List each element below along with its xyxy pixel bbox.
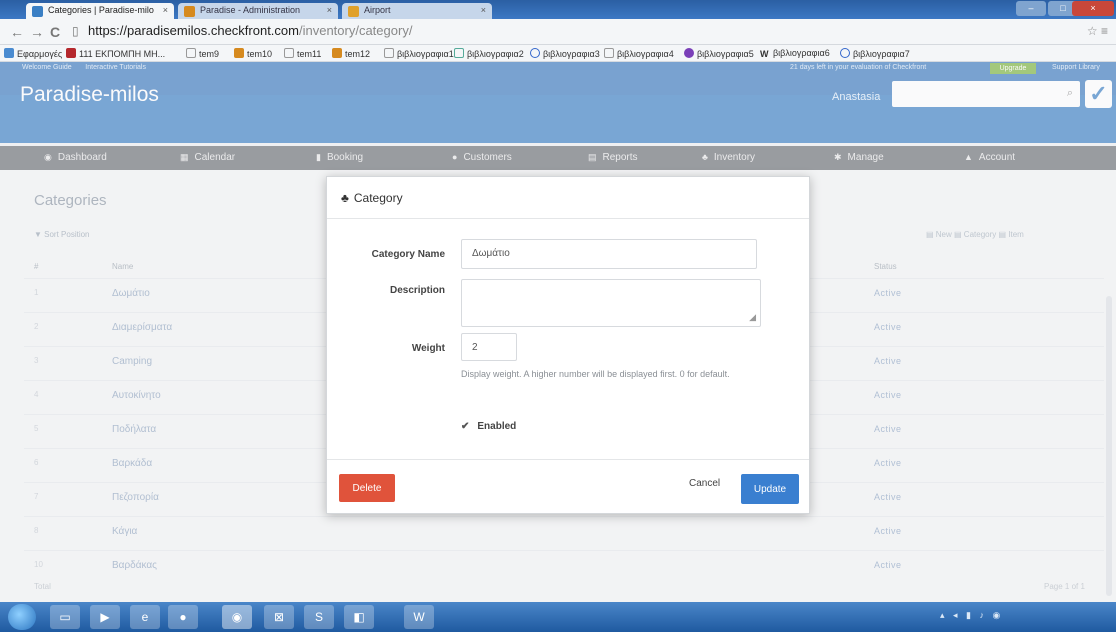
bookmark-label: tem11 (297, 49, 322, 59)
skype-icon[interactable]: S (304, 605, 334, 629)
check-icon: ✔ (461, 421, 470, 432)
back-arrow-icon[interactable]: ← (10, 24, 24, 40)
dialog-title: ♣ Category (341, 191, 403, 205)
bookmark-star-icon[interactable]: ☆ ≡ (1087, 24, 1108, 38)
category-name-value: Δωμάτιο (472, 248, 510, 259)
bookmark-bibliografia4[interactable]: βιβλιογραφια4 (604, 48, 674, 59)
bookmarks-bar: Εφαρμογές 111 ΕΚΠΟΜΠΗ ΜΗ... tem9 tem10 t… (0, 45, 1116, 62)
close-tab-icon[interactable]: × (481, 5, 486, 15)
browser-tab-categories[interactable]: Categories | Paradise-milo × (26, 3, 174, 19)
enabled-label: Enabled (477, 421, 517, 432)
bookmark-label: βιβλιογραφια1 (397, 49, 454, 59)
close-tab-icon[interactable]: × (163, 5, 168, 15)
start-button[interactable] (8, 604, 36, 630)
category-name-label: Category Name (371, 249, 445, 260)
bookmark-apps[interactable]: Εφαρμογές (4, 48, 62, 59)
mail-favicon-icon (348, 6, 359, 17)
explorer-icon[interactable]: ▭ (50, 605, 80, 629)
page-icon (186, 48, 196, 58)
bookmark-label: tem10 (247, 49, 273, 59)
circle-icon (840, 48, 850, 58)
word-icon[interactable]: W (404, 605, 434, 629)
tab-title: Paradise - Administration (200, 5, 301, 15)
description-field[interactable]: ◢ (461, 279, 761, 327)
close-tab-icon[interactable]: × (327, 5, 332, 15)
delete-button[interactable]: Delete (339, 474, 395, 502)
browser-tab-airport[interactable]: Airport × (342, 3, 492, 19)
bookmark-tem9[interactable]: tem9 (186, 48, 219, 59)
dialog-header: ♣ Category (327, 177, 809, 219)
joomla-icon (332, 48, 342, 58)
bookmark-bibliografia6[interactable]: Wβιβλιογραφια6 (760, 48, 830, 59)
browser-tab-administration[interactable]: Paradise - Administration × (178, 3, 338, 19)
url-field[interactable]: https://paradisemilos.checkfront.com/inv… (88, 23, 412, 38)
bookmark-bibliografia7[interactable]: βιβλιογραφια7 (840, 48, 910, 59)
browser-tab-strip: Categories | Paradise-milo × Paradise - … (0, 0, 1116, 19)
weight-help-text: Display weight. A higher number will be … (461, 369, 730, 379)
bookmark-bibliografia1[interactable]: βιβλιογραφια1 (384, 48, 454, 59)
page-icon: ▯ (72, 24, 79, 38)
wikipedia-icon: W (760, 49, 769, 59)
description-label: Description (389, 285, 445, 296)
category-dialog: ♣ Category Category Name Δωμάτιο Descript… (326, 176, 810, 514)
page-icon (604, 48, 614, 58)
joomla-favicon-icon (184, 6, 195, 17)
update-button[interactable]: Update (741, 474, 799, 504)
bookmark-tem11[interactable]: tem11 (284, 48, 321, 59)
media-player-icon[interactable]: ▶ (90, 605, 120, 629)
weight-label: Weight (411, 343, 445, 354)
internet-explorer-icon[interactable]: e (130, 605, 160, 629)
chrome-icon[interactable]: ◉ (222, 605, 252, 629)
bookmark-tem12[interactable]: tem12 (332, 48, 370, 59)
page-icon (284, 48, 294, 58)
category-name-field[interactable]: Δωμάτιο (461, 239, 757, 269)
search-icon (454, 48, 464, 58)
bookmark-label: 111 ΕΚΠΟΜΠΗ ΜΗ... (79, 49, 166, 59)
tab-title: Categories | Paradise-milo (48, 5, 154, 15)
address-bar: ← → C ▯ https://paradisemilos.checkfront… (0, 19, 1116, 45)
enabled-checkbox[interactable]: ✔ Enabled (461, 421, 516, 432)
bookmark-bibliografia3[interactable]: βιβλιογραφια3 (530, 48, 600, 59)
bookmark-ekpompi[interactable]: 111 ΕΚΠΟΜΠΗ ΜΗ... (66, 48, 165, 59)
globe-icon (684, 48, 694, 58)
url-path: /inventory/category/ (298, 23, 413, 38)
weight-value: 2 (472, 342, 478, 353)
category-tree-icon: ♣ (341, 191, 349, 205)
dialog-title-text: Category (353, 191, 403, 205)
minimize-window-button[interactable]: – (1016, 1, 1046, 16)
apps-icon (4, 48, 14, 58)
bookmark-label: βιβλιογραφια4 (617, 49, 674, 59)
close-window-button[interactable]: × (1072, 1, 1114, 16)
resize-handle-icon[interactable]: ◢ (749, 312, 756, 323)
bookmark-bibliografia5[interactable]: βιβλιογραφια5 (684, 48, 754, 59)
bookmark-label: βιβλιογραφια2 (467, 49, 524, 59)
forward-arrow-icon[interactable]: → (30, 24, 44, 40)
joomla-icon (234, 48, 244, 58)
bookmark-label: βιβλιογραφια3 (543, 49, 600, 59)
windows-taskbar: ▭ ▶ e ● ◉ ⊠ S ◧ W ▴ ◂ ▮ ♪ ◉ (0, 602, 1116, 632)
bookmark-label: βιβλιογραφια6 (773, 48, 830, 58)
cancel-button[interactable]: Cancel (689, 478, 720, 489)
system-tray[interactable]: ▴ ◂ ▮ ♪ ◉ (940, 610, 1003, 621)
bookmark-tem10[interactable]: tem10 (234, 48, 272, 59)
bookmark-label: βιβλιογραφια7 (853, 49, 910, 59)
xampp-icon[interactable]: ⊠ (264, 605, 294, 629)
bookmark-label: βιβλιογραφια5 (697, 49, 754, 59)
tab-title: Airport (364, 5, 391, 15)
reload-icon[interactable]: C (50, 24, 60, 40)
bookmark-bibliografia2[interactable]: βιβλιογραφια2 (454, 48, 524, 59)
url-host: https://paradisemilos.checkfront.com (88, 23, 299, 38)
dreamweaver-icon[interactable]: ◧ (344, 605, 374, 629)
bookmark-label: tem12 (345, 49, 371, 59)
dialog-footer: Delete Cancel Update (327, 459, 809, 514)
weight-field[interactable]: 2 (461, 333, 517, 361)
checkfront-favicon-icon (32, 6, 43, 17)
page-icon (384, 48, 394, 58)
firefox-icon[interactable]: ● (168, 605, 198, 629)
video-icon (66, 48, 76, 58)
circle-icon (530, 48, 540, 58)
bookmark-label: tem9 (199, 49, 220, 59)
bookmark-label: Εφαρμογές (17, 49, 63, 59)
